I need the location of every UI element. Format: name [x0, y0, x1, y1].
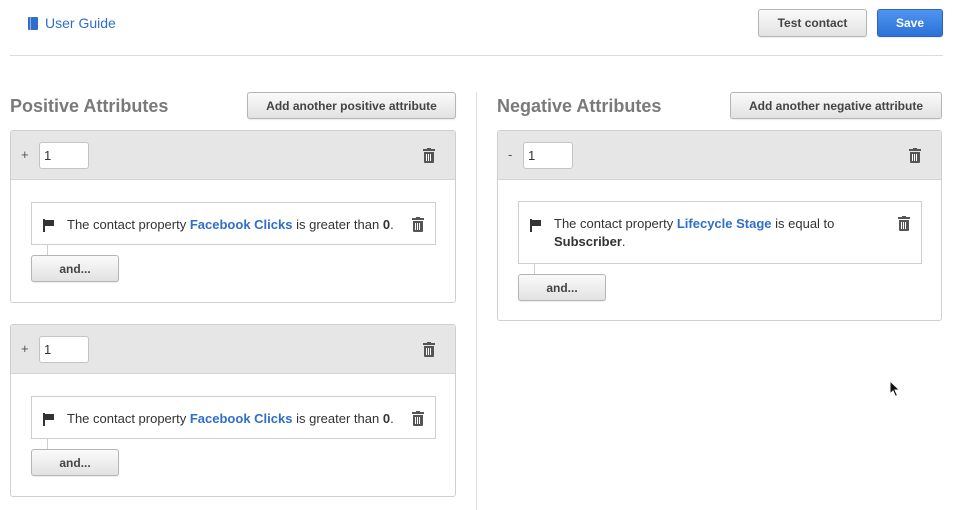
group-weight-input[interactable] [523, 142, 573, 169]
rule-suffix: . [621, 234, 626, 249]
trash-icon[interactable] [423, 148, 435, 163]
rule-property-link[interactable]: Facebook Clicks [190, 217, 293, 232]
group-header: + [11, 325, 455, 374]
rule-suffix: . [390, 217, 394, 232]
rule-suffix: . [390, 411, 394, 426]
rule-value: 0 [382, 411, 391, 426]
rule-condition: The contact property Facebook Clicks is … [31, 396, 436, 439]
group-sign: - [508, 147, 513, 162]
user-guide-link[interactable]: User Guide [28, 15, 116, 31]
rule-property-link[interactable]: Facebook Clicks [190, 411, 293, 426]
flag-icon [43, 219, 55, 232]
rule-value: Subscriber [554, 234, 622, 249]
trash-icon[interactable] [412, 217, 424, 232]
group-weight-input[interactable] [39, 336, 89, 363]
test-contact-button[interactable]: Test contact [758, 9, 867, 37]
rule-condition: The contact property Facebook Clicks is … [31, 202, 436, 245]
header-divider [10, 55, 943, 56]
rule-property-link[interactable]: Lifecycle Stage [677, 216, 772, 231]
rule-operator: is greater than [296, 217, 380, 232]
save-button[interactable]: Save [877, 9, 943, 37]
column-divider [476, 92, 477, 510]
trash-icon[interactable] [412, 411, 424, 426]
positive-attributes-title: Positive Attributes [10, 96, 169, 116]
group-sign: + [21, 147, 29, 162]
and-button[interactable]: and... [31, 449, 119, 476]
group-header: + [11, 131, 455, 180]
negative-attribute-group: - The contact property Lifecycle Stage i… [497, 130, 942, 321]
rule-text: The contact property Facebook Clicks is … [67, 410, 394, 428]
rule-operator: is equal to [775, 216, 835, 231]
rule-operator: is greater than [296, 411, 380, 426]
and-button[interactable]: and... [518, 274, 606, 301]
add-negative-attribute-button[interactable]: Add another negative attribute [730, 92, 942, 119]
trash-icon[interactable] [909, 148, 921, 163]
group-sign: + [21, 341, 29, 356]
group-weight-input[interactable] [39, 142, 89, 169]
positive-attribute-group: + The contact property Facebook Clicks i… [10, 130, 456, 303]
book-icon [28, 16, 39, 30]
rule-condition: The contact property Lifecycle Stage is … [518, 201, 922, 264]
rule-text: The contact property Facebook Clicks is … [67, 216, 394, 234]
rule-prefix: The contact property [67, 411, 187, 426]
negative-attributes-title: Negative Attributes [497, 96, 662, 116]
flag-icon [43, 413, 55, 426]
user-guide-label: User Guide [45, 15, 116, 31]
mouse-cursor-icon [889, 380, 901, 398]
positive-attribute-group: + The contact property Facebook Clicks i… [10, 324, 456, 497]
add-positive-attribute-button[interactable]: Add another positive attribute [247, 92, 456, 119]
trash-icon[interactable] [423, 342, 435, 357]
rule-text: The contact property Lifecycle Stage is … [554, 215, 894, 251]
rule-value: 0 [382, 217, 391, 232]
trash-icon[interactable] [898, 216, 910, 231]
group-header: - [498, 131, 941, 180]
rule-prefix: The contact property [554, 216, 674, 231]
rule-prefix: The contact property [67, 217, 187, 232]
and-button[interactable]: and... [31, 255, 119, 282]
flag-icon [530, 219, 542, 232]
